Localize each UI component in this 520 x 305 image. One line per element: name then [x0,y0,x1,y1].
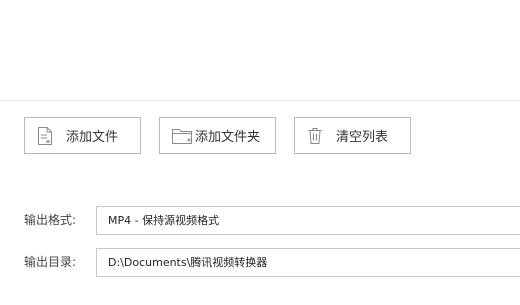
output-format-label: 输出格式: [24,213,77,227]
clear-list-button[interactable]: 清空列表 [294,117,411,154]
file-list-area [0,0,520,100]
add-file-icon [37,126,53,146]
output-dir-field[interactable]: D:\Documents\腾讯视频转换器 [96,248,520,277]
add-file-button[interactable]: 添加文件 [24,117,141,154]
add-folder-button[interactable]: 添加文件夹 [159,117,276,154]
add-folder-icon [171,127,193,145]
trash-icon [307,127,323,145]
divider [0,100,520,101]
output-format-select[interactable]: MP4 - 保持源视频格式 [96,206,520,235]
add-file-label: 添加文件 [66,130,119,145]
add-folder-label: 添加文件夹 [195,130,261,145]
clear-list-label: 清空列表 [336,130,389,145]
output-dir-label: 输出目录: [24,255,77,269]
